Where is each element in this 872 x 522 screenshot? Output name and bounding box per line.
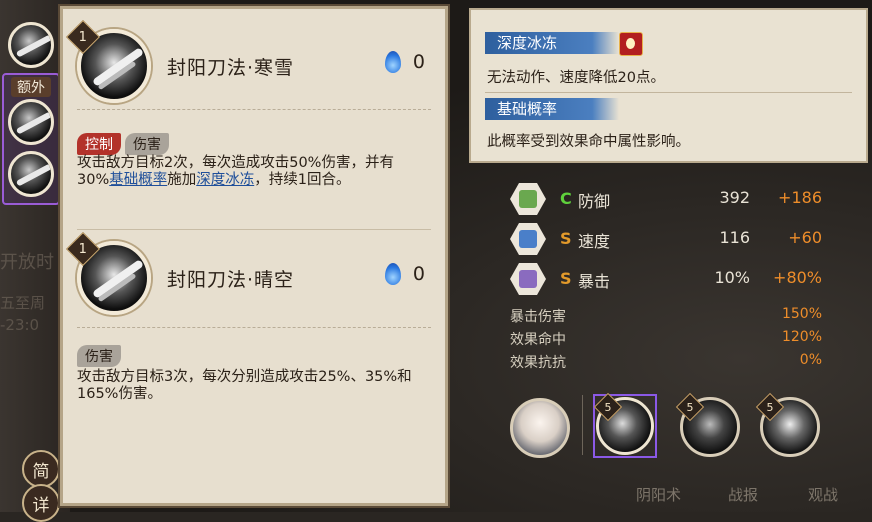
stat-bonus: +186 [778,188,822,207]
keyword-base-chance[interactable]: 基础概率 [109,172,167,188]
skill-thumb-1[interactable] [8,22,54,68]
stat-row-defense: C 防御 392 +186 [510,183,830,215]
tab-onmyoji-art[interactable]: 阴阳术 [636,484,681,505]
stat-value: 10% [714,268,750,287]
skill-name: 封阳刀法·晴空 [167,269,295,291]
tag-control: 控制 [77,133,121,155]
stat-label: 暴击 [578,272,611,291]
bg-text-1: 开放时 [0,252,54,273]
skill-cost: 0 [384,51,425,73]
bg-text-3: -23:0 [0,316,40,334]
section-divider [77,229,431,230]
stat-label: 防御 [578,192,611,211]
skill-cost: 0 [384,263,425,285]
stat-bonus: +80% [773,268,822,287]
keyword-tooltip: 深度冰冻 无法动作、速度降低20点。 基础概率 此概率受到效果命中属性影响。 [469,8,868,163]
sub-stat-crit-dmg: 暴击伤害 150% [510,306,822,325]
stat-label: 速度 [578,232,611,251]
tab-battle-report[interactable]: 战报 [728,484,758,505]
onibi-icon [384,263,401,285]
simple-button[interactable]: 简 [22,450,60,488]
stat-bonus: +60 [788,228,822,247]
skill-tags: 控制 伤害 [77,133,169,155]
tooltip-text-deep-freeze: 无法动作、速度降低20点。 [487,70,665,86]
skill-name: 封阳刀法·寒雪 [167,57,295,79]
tooltip-title-base-chance: 基础概率 [485,98,619,120]
skill-tags: 伤害 [77,345,121,367]
portrait-divider [582,395,583,455]
stat-row-crit: S 暴击 10% +80% [510,263,830,295]
skill-description: 攻击敌方目标3次，每次分别造成攻击25%、35%和165%伤害。 [77,369,412,402]
extra-label: 额外 [11,77,51,97]
skill-cost-value: 0 [412,51,425,73]
onibi-icon [384,51,401,73]
skill-description: 攻击敌方目标2次，每次造成攻击50%伤害，并有30%基础概率施加深度冰冻，持续1… [77,155,394,188]
keyword-deep-freeze[interactable]: 深度冰冻 [196,172,254,188]
stat-row-speed: S 速度 116 +60 [510,223,830,255]
divider [77,109,431,110]
stat-value: 392 [719,188,750,207]
bg-text-2: 五至周 [0,294,46,312]
speed-icon [510,223,546,255]
defense-icon [510,183,546,215]
tooltip-divider [485,92,852,93]
deep-freeze-icon [619,32,643,56]
stat-value: 116 [719,228,750,247]
skill-card-1: 1 封阳刀法·寒雪 0 [66,20,431,229]
sub-stat-effect-res: 效果抗抗 0% [510,352,822,371]
tag-damage: 伤害 [77,345,121,367]
detail-button[interactable]: 详 [22,484,60,522]
tooltip-title-deep-freeze: 深度冰冻 [485,32,619,54]
tab-spectate[interactable]: 观战 [808,484,838,505]
sub-stat-effect-hit: 效果命中 120% [510,329,822,348]
tooltip-text-base-chance: 此概率受到效果命中属性影响。 [487,134,690,150]
stat-rank-icon: S [560,269,572,288]
skill-thumb-extra-1[interactable] [8,99,54,145]
stat-rank-icon: C [560,189,572,208]
tag-damage: 伤害 [125,133,169,155]
extra-skills-group: 额外 [2,73,60,205]
skill-panel: 1 封阳刀法·寒雪 0 控制 伤害 攻击敌方目标2次，每次造成攻击50%伤害，并… [60,6,448,506]
stat-rank-icon: S [560,229,572,248]
skill-cost-value: 0 [412,263,425,285]
shikigami-portrait[interactable] [510,398,570,458]
skill-thumb-extra-2[interactable] [8,151,54,197]
divider [77,327,431,328]
crit-icon [510,263,546,295]
